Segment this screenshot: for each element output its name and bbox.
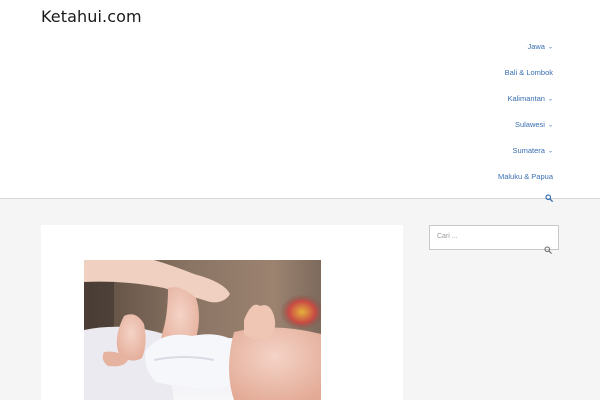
- baby-photo: [84, 260, 321, 400]
- nav-item-kalimantan[interactable]: Kalimantan ⌄: [507, 94, 553, 103]
- chevron-down-icon: ⌄: [547, 44, 553, 51]
- nav-item-label: Sulawesi: [514, 120, 545, 129]
- chevron-down-icon: ⌄: [547, 96, 553, 103]
- nav-item-maluku-papua[interactable]: Maluku & Papua: [498, 172, 553, 181]
- chevron-down-icon: ⌄: [547, 122, 553, 129]
- nav-item-label: Maluku & Papua: [497, 172, 553, 181]
- nav-item-sumatera[interactable]: Sumatera ⌄: [512, 146, 553, 155]
- search-icon[interactable]: [544, 241, 552, 254]
- chevron-down-icon: ⌄: [547, 148, 553, 155]
- sidebar-search-form: Cari ...: [429, 225, 559, 254]
- site-title[interactable]: Ketahui.com: [41, 7, 142, 26]
- nav-item-jawa[interactable]: Jawa ⌄: [527, 42, 553, 51]
- nav-item-label: Jawa: [527, 42, 545, 51]
- nav-item-label: Kalimantan: [507, 94, 545, 103]
- search-input[interactable]: Cari ...: [437, 233, 458, 240]
- nav-item-label: Bali & Lombok: [504, 68, 553, 77]
- nav-item-bali-lombok[interactable]: Bali & Lombok: [505, 68, 553, 77]
- search-icon[interactable]: [545, 189, 553, 202]
- featured-image[interactable]: [84, 260, 321, 400]
- site-header: Ketahui.com Jawa ⌄ Bali & Lombok Kalimant…: [0, 0, 600, 202]
- nav-item-sulawesi[interactable]: Sulawesi ⌄: [515, 120, 553, 129]
- nav-item-label: Sumatera: [512, 146, 545, 155]
